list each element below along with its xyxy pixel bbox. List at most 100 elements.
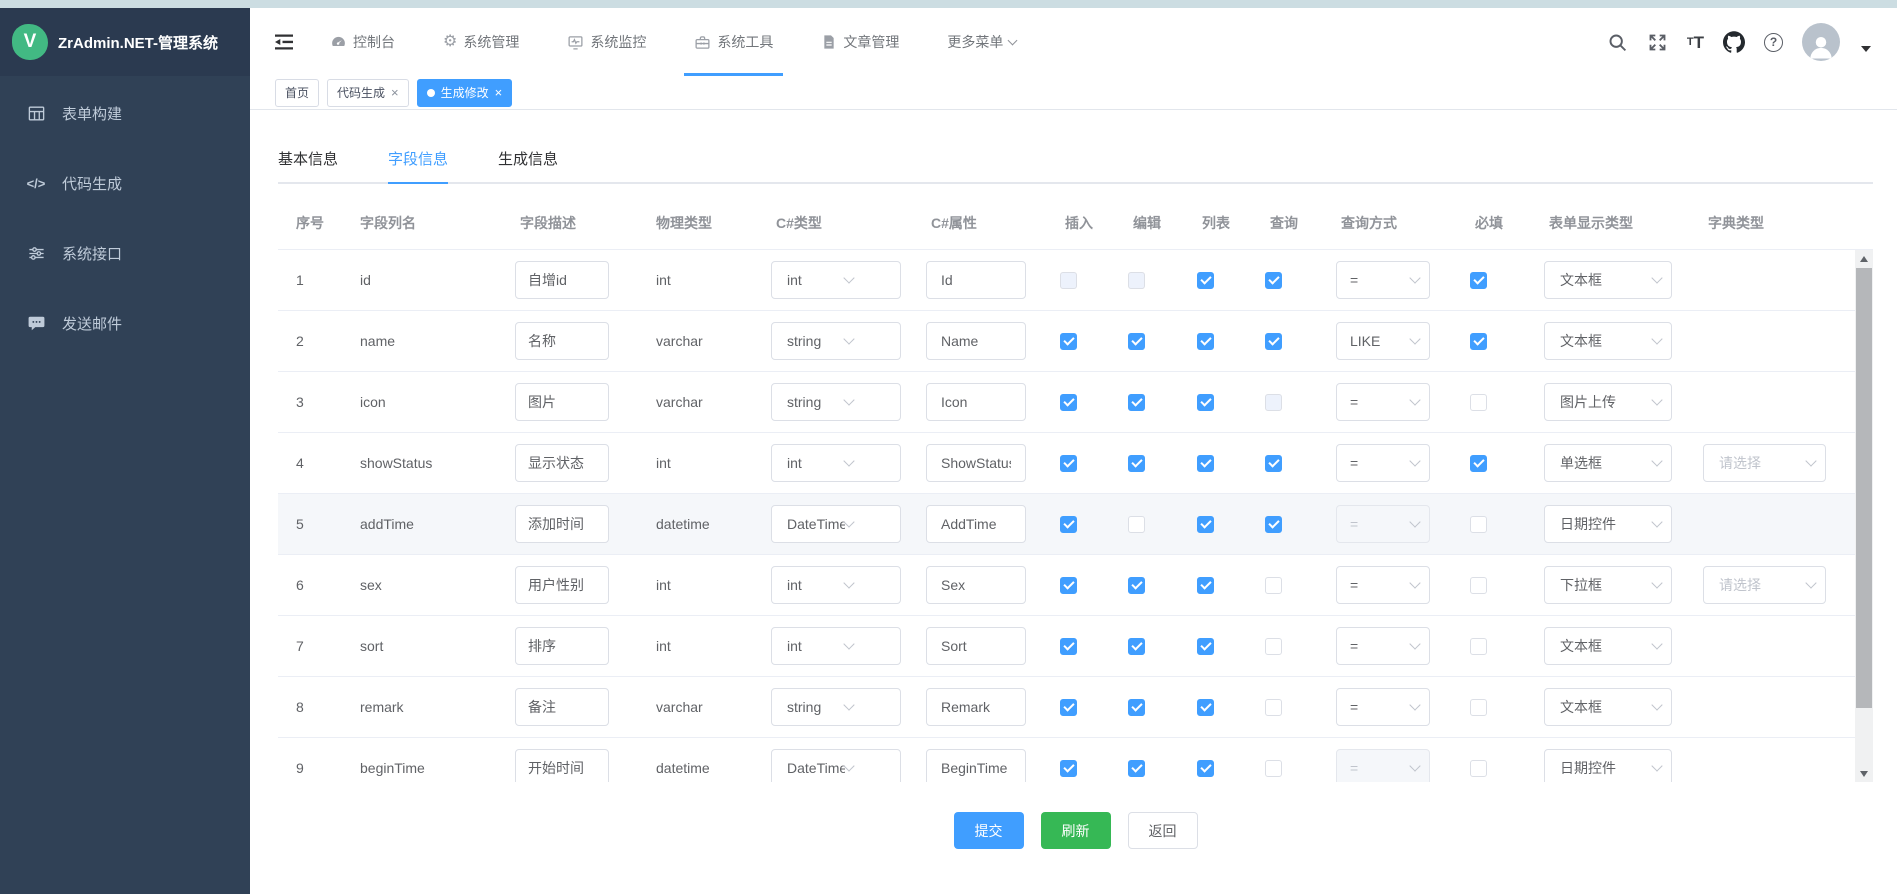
csharp-type-select[interactable]: int [771, 444, 901, 482]
csharp-type-select[interactable]: string [771, 688, 901, 726]
list-checkbox[interactable] [1197, 394, 1214, 411]
table-scrollbar[interactable] [1855, 250, 1873, 782]
insert-checkbox[interactable] [1060, 699, 1077, 716]
submit-button[interactable]: 提交 [954, 812, 1024, 849]
field-description-input[interactable] [515, 688, 609, 726]
edit-checkbox[interactable] [1128, 333, 1145, 350]
display-type-select[interactable]: 日期控件 [1544, 505, 1672, 543]
field-description-input[interactable] [515, 505, 609, 543]
required-checkbox[interactable] [1470, 699, 1487, 716]
list-checkbox[interactable] [1197, 333, 1214, 350]
avatar-caret-icon[interactable] [1861, 46, 1871, 52]
field-description-input[interactable] [515, 322, 609, 360]
list-checkbox[interactable] [1197, 577, 1214, 594]
insert-checkbox[interactable] [1060, 455, 1077, 472]
edit-checkbox[interactable] [1128, 760, 1145, 777]
insert-checkbox[interactable] [1060, 638, 1077, 655]
csharp-property-input[interactable] [926, 322, 1026, 360]
query-mode-select[interactable]: = [1336, 627, 1430, 665]
nav-item-more-menu[interactable]: 更多菜单 [947, 8, 1016, 76]
tab-basic-info[interactable]: 基本信息 [278, 140, 338, 184]
scroll-up-icon[interactable] [1855, 250, 1873, 267]
edit-checkbox[interactable] [1128, 638, 1145, 655]
dict-type-select[interactable]: 请选择 [1703, 444, 1826, 482]
csharp-type-select[interactable]: int [771, 627, 901, 665]
sidebar-item-system-api[interactable]: 系统接口 [0, 218, 250, 288]
csharp-property-input[interactable] [926, 566, 1026, 604]
required-checkbox[interactable] [1470, 760, 1487, 777]
scroll-down-icon[interactable] [1855, 765, 1873, 782]
sidebar-item-form-build[interactable]: 表单构建 [0, 78, 250, 148]
query-checkbox[interactable] [1265, 272, 1282, 289]
close-icon[interactable]: × [495, 85, 503, 100]
query-checkbox[interactable] [1265, 699, 1282, 716]
tag-home[interactable]: 首页 [275, 79, 319, 107]
nav-item-dashboard[interactable]: 控制台 [330, 8, 395, 76]
display-type-select[interactable]: 文本框 [1544, 627, 1672, 665]
query-checkbox[interactable] [1265, 577, 1282, 594]
display-type-select[interactable]: 日期控件 [1544, 749, 1672, 782]
dict-type-select[interactable]: 请选择 [1703, 566, 1826, 604]
required-checkbox[interactable] [1470, 272, 1487, 289]
nav-item-system-monitor[interactable]: 系统监控 [567, 8, 646, 76]
query-checkbox[interactable] [1265, 516, 1282, 533]
csharp-type-select[interactable]: string [771, 322, 901, 360]
query-checkbox[interactable] [1265, 638, 1282, 655]
list-checkbox[interactable] [1197, 760, 1214, 777]
field-description-input[interactable] [515, 566, 609, 604]
display-type-select[interactable]: 下拉框 [1544, 566, 1672, 604]
display-type-select[interactable]: 图片上传 [1544, 383, 1672, 421]
query-mode-select[interactable]: = [1336, 261, 1430, 299]
csharp-type-select[interactable]: DateTime [771, 505, 901, 543]
field-description-input[interactable] [515, 749, 609, 782]
nav-item-article-manage[interactable]: 文章管理 [821, 8, 899, 76]
edit-checkbox[interactable] [1128, 394, 1145, 411]
csharp-type-select[interactable]: int [771, 566, 901, 604]
sidebar-item-send-mail[interactable]: 发送邮件 [0, 288, 250, 358]
list-checkbox[interactable] [1197, 455, 1214, 472]
field-description-input[interactable] [515, 444, 609, 482]
query-checkbox[interactable] [1265, 333, 1282, 350]
required-checkbox[interactable] [1470, 577, 1487, 594]
csharp-property-input[interactable] [926, 383, 1026, 421]
field-description-input[interactable] [515, 627, 609, 665]
csharp-type-select[interactable]: string [771, 383, 901, 421]
nav-item-system-manage[interactable]: ⚙ 系统管理 [443, 8, 519, 76]
required-checkbox[interactable] [1470, 455, 1487, 472]
query-mode-select[interactable]: = [1336, 444, 1430, 482]
insert-checkbox[interactable] [1060, 394, 1077, 411]
query-mode-select[interactable]: = [1336, 688, 1430, 726]
query-checkbox[interactable] [1265, 455, 1282, 472]
query-mode-select[interactable]: = [1336, 566, 1430, 604]
csharp-type-select[interactable]: DateTime [771, 749, 901, 782]
sidebar-item-code-generate[interactable]: </> 代码生成 [0, 148, 250, 218]
required-checkbox[interactable] [1470, 638, 1487, 655]
list-checkbox[interactable] [1197, 638, 1214, 655]
edit-checkbox[interactable] [1128, 516, 1145, 533]
csharp-property-input[interactable] [926, 505, 1026, 543]
insert-checkbox[interactable] [1060, 516, 1077, 533]
tag-generate-edit[interactable]: 生成修改 × [417, 79, 513, 107]
csharp-type-select[interactable]: int [771, 261, 901, 299]
csharp-property-input[interactable] [926, 261, 1026, 299]
tag-code-generate[interactable]: 代码生成 × [327, 79, 409, 107]
tab-generate-info[interactable]: 生成信息 [498, 140, 558, 184]
csharp-property-input[interactable] [926, 627, 1026, 665]
query-mode-select[interactable]: = [1336, 383, 1430, 421]
csharp-property-input[interactable] [926, 749, 1026, 782]
insert-checkbox[interactable] [1060, 760, 1077, 777]
csharp-property-input[interactable] [926, 688, 1026, 726]
list-checkbox[interactable] [1197, 272, 1214, 289]
edit-checkbox[interactable] [1128, 577, 1145, 594]
required-checkbox[interactable] [1470, 516, 1487, 533]
search-icon[interactable] [1607, 32, 1628, 53]
tab-field-info[interactable]: 字段信息 [388, 140, 448, 184]
display-type-select[interactable]: 文本框 [1544, 261, 1672, 299]
back-button[interactable]: 返回 [1128, 812, 1198, 849]
github-icon[interactable] [1723, 31, 1745, 53]
display-type-select[interactable]: 文本框 [1544, 322, 1672, 360]
refresh-button[interactable]: 刷新 [1041, 812, 1111, 849]
nav-item-system-tools[interactable]: 系统工具 [694, 8, 773, 76]
list-checkbox[interactable] [1197, 516, 1214, 533]
field-description-input[interactable] [515, 383, 609, 421]
